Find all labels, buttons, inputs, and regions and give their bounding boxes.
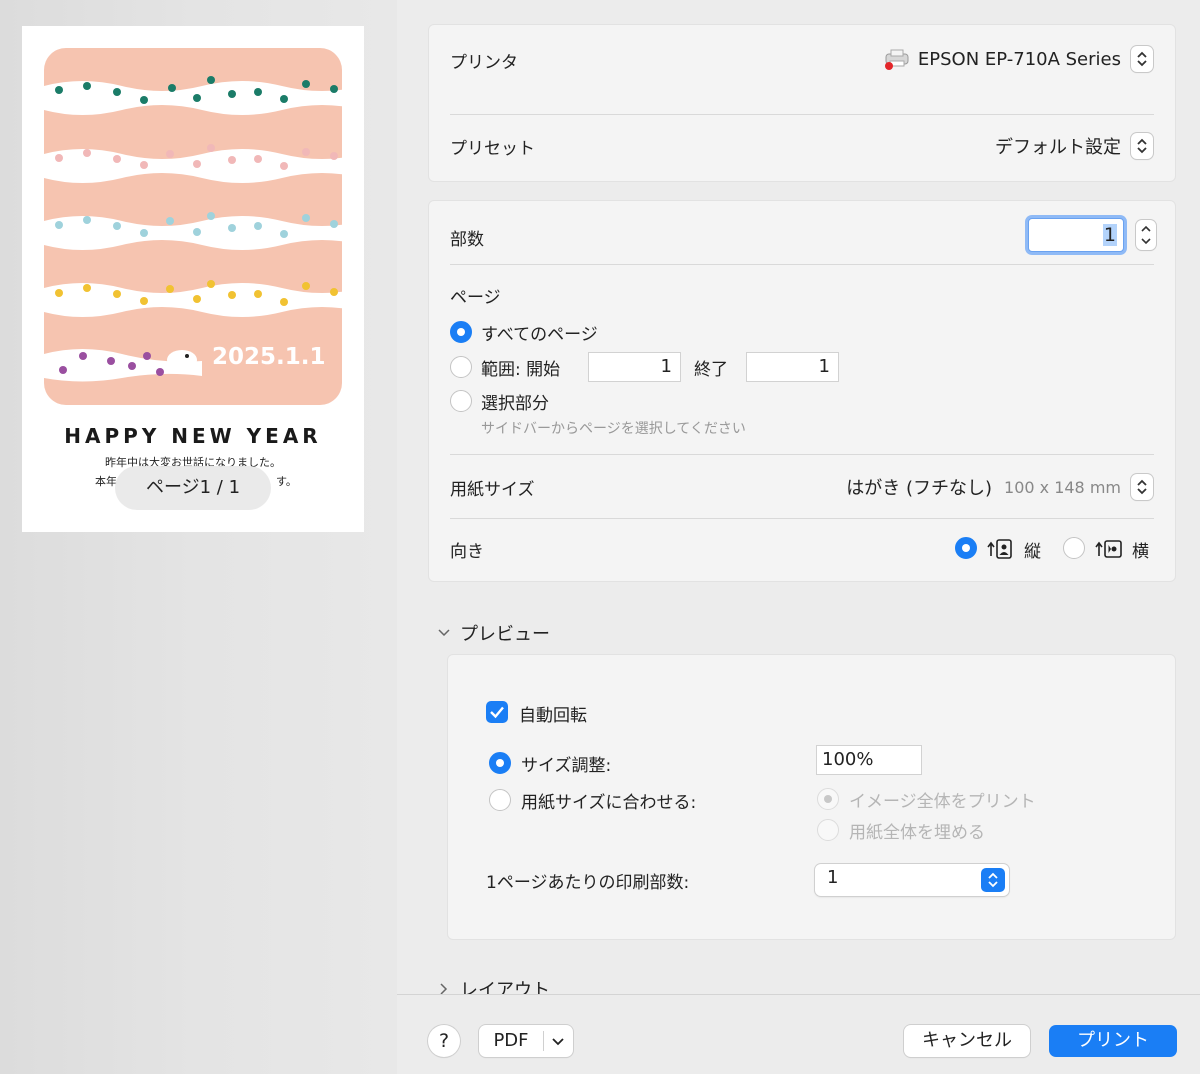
layout-disclosure[interactable]: レイアウト bbox=[437, 976, 550, 994]
layout-section-title: レイアウト bbox=[460, 980, 550, 994]
portrait-icon bbox=[987, 539, 1012, 559]
orientation-label: 向き bbox=[450, 542, 484, 562]
preview-options-panel: 自動回転 サイズ調整: 100% 用紙サイズに合わせる: イメージ全体をプリント… bbox=[447, 654, 1176, 940]
range-from-field[interactable]: 1 bbox=[588, 352, 681, 382]
divider bbox=[450, 454, 1154, 455]
fit-whole-label: イメージ全体をプリント bbox=[849, 792, 1036, 812]
pages-per-sheet-chevrons bbox=[981, 868, 1005, 892]
printer-popup-chevrons[interactable] bbox=[1131, 46, 1153, 72]
pages-per-sheet-popup[interactable]: 1 bbox=[815, 864, 1009, 896]
range-to-field[interactable]: 1 bbox=[746, 352, 839, 382]
divider bbox=[450, 264, 1154, 265]
divider bbox=[450, 114, 1154, 115]
chevron-down-icon bbox=[552, 1038, 564, 1046]
printer-panel: プリンタ EPSON EP-710A Series プリセット デフォルト設定 bbox=[428, 24, 1176, 182]
preset-popup-chevrons[interactable] bbox=[1131, 133, 1153, 159]
range-to-label: 終了 bbox=[694, 360, 728, 380]
page-indicator: ページ1 / 1 bbox=[115, 466, 271, 510]
print-settings-pane: プリンタ EPSON EP-710A Series プリセット デフォルト設定 bbox=[397, 0, 1200, 1074]
scale-field[interactable]: 100% bbox=[816, 745, 922, 775]
updown-chevron-icon bbox=[1137, 138, 1147, 154]
copies-label: 部数 bbox=[450, 230, 484, 250]
pages-label: ページ bbox=[450, 288, 501, 308]
preview-section-title: プレビュー bbox=[460, 624, 550, 645]
fit-fill-radio[interactable] bbox=[817, 819, 839, 841]
scale-radio[interactable] bbox=[489, 752, 511, 774]
landscape-icon bbox=[1095, 540, 1122, 558]
help-button[interactable]: ? bbox=[428, 1025, 460, 1057]
paper-size-popup[interactable]: はがき (フチなし) 100 x 148 mm bbox=[846, 473, 1153, 501]
paper-size-value: はがき (フチなし) bbox=[846, 478, 993, 499]
card-date: 2025.1.1 bbox=[212, 344, 326, 370]
printer-icon bbox=[884, 49, 909, 70]
copies-stepper[interactable] bbox=[1136, 220, 1156, 250]
copies-field[interactable]: 1 bbox=[1028, 218, 1124, 252]
updown-chevron-icon bbox=[1141, 225, 1151, 245]
preset-value: デフォルト設定 bbox=[995, 137, 1121, 158]
copies-value: 1 bbox=[1102, 224, 1117, 246]
scale-label: サイズ調整: bbox=[521, 756, 612, 776]
selection-label: 選択部分 bbox=[481, 394, 549, 414]
fit-label: 用紙サイズに合わせる: bbox=[521, 793, 697, 813]
updown-chevron-icon bbox=[1137, 479, 1147, 495]
card-message-line2-right: す。 bbox=[276, 475, 297, 488]
printer-popup[interactable]: EPSON EP-710A Series bbox=[883, 45, 1153, 73]
portrait-radio[interactable] bbox=[955, 537, 977, 559]
checkmark-icon bbox=[490, 706, 504, 719]
updown-chevron-icon bbox=[1137, 51, 1147, 67]
pages-per-sheet-value: 1 bbox=[827, 867, 839, 888]
cancel-button[interactable]: キャンセル bbox=[904, 1025, 1030, 1057]
pdf-menu-button[interactable]: PDF bbox=[479, 1025, 573, 1057]
selection-radio[interactable] bbox=[450, 390, 472, 412]
auto-rotate-label: 自動回転 bbox=[519, 706, 587, 726]
pages-per-sheet-label: 1ページあたりの印刷部数: bbox=[486, 873, 690, 893]
print-button[interactable]: プリント bbox=[1049, 1025, 1177, 1057]
chevron-down-icon bbox=[438, 629, 450, 637]
fit-whole-radio[interactable] bbox=[817, 788, 839, 810]
preview-sidebar: 2025.1.1 HAPPY NEW YEAR 昨年中は大変お世話になりました。… bbox=[0, 0, 397, 1074]
settings-scroll-area[interactable]: プリンタ EPSON EP-710A Series プリセット デフォルト設定 bbox=[397, 0, 1200, 994]
chevron-right-icon bbox=[440, 983, 448, 994]
paper-size-label: 用紙サイズ bbox=[450, 480, 535, 500]
all-pages-label: すべてのページ bbox=[481, 325, 598, 345]
paper-size-chevrons[interactable] bbox=[1131, 474, 1153, 500]
fit-fill-label: 用紙全体を埋める bbox=[849, 823, 985, 843]
preset-popup[interactable]: デフォルト設定 bbox=[995, 132, 1153, 160]
auto-rotate-checkbox[interactable] bbox=[486, 701, 508, 723]
range-label: 範囲: 開始 bbox=[481, 360, 561, 380]
card-greeting: HAPPY NEW YEAR bbox=[64, 424, 322, 448]
all-pages-radio[interactable] bbox=[450, 321, 472, 343]
landscape-radio[interactable] bbox=[1063, 537, 1085, 559]
paper-size-dimensions: 100 x 148 mm bbox=[1004, 477, 1121, 497]
updown-chevron-icon bbox=[988, 872, 998, 888]
page-setup-panel: 部数 1 ページ すべてのページ 範囲: 開始 1 終了 1 選択部分 サイドバ… bbox=[428, 200, 1176, 582]
print-preview-page[interactable]: 2025.1.1 HAPPY NEW YEAR 昨年中は大変お世話になりました。… bbox=[22, 26, 364, 532]
preview-disclosure[interactable]: プレビュー bbox=[437, 620, 550, 646]
pdf-label: PDF bbox=[493, 1030, 529, 1051]
card-message-line2-left: 本年 bbox=[95, 475, 117, 488]
divider bbox=[450, 518, 1154, 519]
fit-radio[interactable] bbox=[489, 789, 511, 811]
preset-label: プリセット bbox=[450, 139, 535, 159]
dialog-footer: ? PDF キャンセル プリント bbox=[397, 994, 1200, 1074]
range-radio[interactable] bbox=[450, 356, 472, 378]
selection-hint: サイドバーからページを選択してください bbox=[481, 421, 746, 437]
landscape-label: 横 bbox=[1132, 542, 1149, 562]
printer-label: プリンタ bbox=[450, 53, 518, 73]
portrait-label: 縦 bbox=[1024, 542, 1041, 562]
printer-value: EPSON EP-710A Series bbox=[917, 48, 1121, 70]
